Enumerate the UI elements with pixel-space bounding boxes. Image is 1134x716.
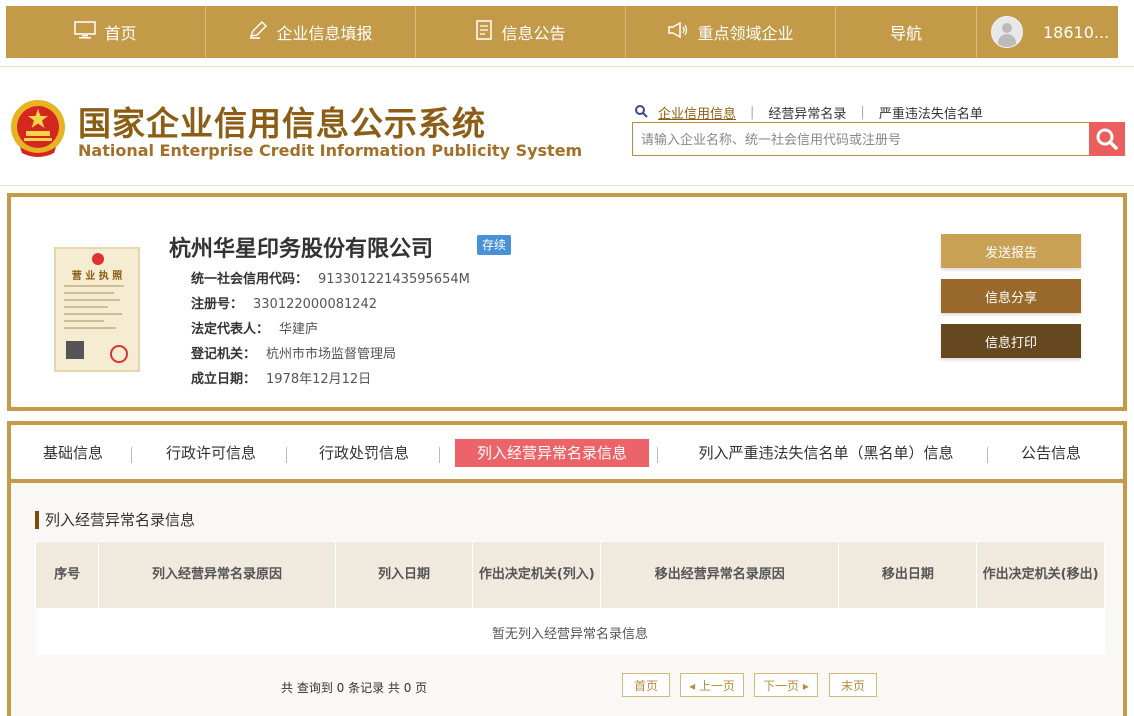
tab-admin-license[interactable]: 行政许可信息 [156,439,266,467]
detail-panel: 基础信息 行政许可信息 行政处罚信息 列入经营异常名录信息 列入严重违法失信名单… [7,421,1127,716]
link-enterprise-credit[interactable]: 企业信用信息 [658,103,736,122]
monitor-icon [74,21,97,43]
tab-separator [987,447,988,463]
pager-next-button[interactable]: 下一页 ▸ [754,673,818,697]
company-name: 杭州华星印务股份有限公司 [169,237,434,262]
field-credit-code: 统一社会信用代码： 91330122143595654M [191,268,470,287]
avatar [991,16,1023,48]
site-header: 国家企业信用信息公示系统 National Enterprise Credit … [0,66,1134,186]
abnormal-list-table: 序号 列入经营异常名录原因 列入日期 作出决定机关(列入) 移出经营异常名录原因… [34,541,1105,655]
pen-icon [248,20,268,44]
column-header: 序号 [34,541,100,609]
field-label: 登记机关： [191,347,257,362]
column-header: 移出日期 [838,541,978,609]
column-header: 作出决定机关(列入) [472,541,602,609]
tab-basic-info[interactable]: 基础信息 [33,439,113,467]
link-abnormal-list[interactable]: 经营异常名录 [768,103,846,122]
search-type-links: 企业信用信息 | 经营异常名录 | 严重违法失信名单 [634,103,983,122]
separator: | [860,105,865,120]
nav-home[interactable]: 首页 [6,6,206,58]
column-header: 移出经营异常名录原因 [600,541,840,609]
document-icon [475,20,493,44]
field-label: 法定代表人： [191,322,270,337]
field-established: 成立日期： 1978年12月12日 [191,368,371,387]
table-row: 暂无列入经营异常名录信息 [35,608,1105,655]
field-legal-rep: 法定代表人： 华建庐 [191,318,318,337]
nav-announcement[interactable]: 信息公告 [416,6,626,58]
pager-prev-button[interactable]: ◂ 上一页 [680,673,744,697]
nav-enterprise-report-label: 企业信息填报 [276,24,373,43]
column-header: 列入经营异常名录原因 [98,541,336,609]
tab-separator [286,447,287,463]
share-info-button[interactable]: 信息分享 [941,279,1081,313]
nav-announcement-label: 信息公告 [501,24,566,43]
search-input[interactable] [633,123,1098,157]
field-reg-authority: 登记机关： 杭州市市场监督管理局 [191,343,396,362]
nav-key-enterprises[interactable]: 重点领域企业 [626,6,836,58]
tab-announcements[interactable]: 公告信息 [1011,439,1091,467]
license-emblem-icon [92,253,104,265]
field-reg-number: 注册号： 330122000081242 [191,293,377,312]
print-info-button[interactable]: 信息打印 [941,324,1081,358]
send-report-button[interactable]: 发送报告 [941,234,1081,268]
license-title: 营 业 执 照 [71,271,123,282]
company-card: 营 业 执 照 杭州华星印务股份有限公司 存续 统一社会信用代码： 9133012… [7,193,1127,411]
national-emblem-icon [11,100,65,157]
pager-next-label: 下一页 [763,679,800,693]
empty-message: 暂无列入经营异常名录信息 [35,608,1105,655]
column-header: 列入日期 [334,541,474,609]
column-header: 作出决定机关(移出) [976,541,1105,609]
user-menu[interactable]: 18610... [977,6,1118,58]
top-nav-bar: 首页 企业信息填报 信息公告 重点领域企业 导航 18610... [6,6,1118,58]
table-header-row: 序号 列入经营异常名录原因 列入日期 作出决定机关(列入) 移出经营异常名录原因… [34,541,1105,609]
section-title: 列入经营异常名录信息 [35,511,195,529]
nav-home-label: 首页 [104,24,137,43]
seal-icon [110,345,128,363]
tab-abnormal-list[interactable]: 列入经营异常名录信息 [455,439,649,467]
tab-admin-penalty[interactable]: 行政处罚信息 [309,439,419,467]
top-navigation: 首页 企业信息填报 信息公告 重点领域企业 导航 18610... [0,0,1134,60]
field-value: 91330122143595654M [318,272,470,287]
tab-separator [439,447,440,463]
chevron-left-icon: ◂ [689,679,699,693]
tab-separator [131,447,132,463]
field-value: 1978年12月12日 [266,372,372,387]
search-box [632,122,1125,157]
pager-first-button[interactable]: 首页 [622,673,670,697]
link-blacklist[interactable]: 严重违法失信名单 [879,103,983,122]
nav-navigation[interactable]: 导航 [836,6,977,58]
qr-code-icon [66,341,84,359]
search-button[interactable] [1089,122,1125,156]
site-title-en: National Enterprise Credit Information P… [78,141,583,160]
chevron-right-icon: ▸ [799,679,809,693]
field-value: 330122000081242 [253,297,378,312]
tab-bar: 基础信息 行政许可信息 行政处罚信息 列入经营异常名录信息 列入严重违法失信名单… [11,425,1123,483]
status-badge: 存续 [477,235,512,255]
user-name: 18610... [1043,22,1110,42]
field-label: 统一社会信用代码： [191,272,309,287]
license-text-lines [64,285,130,334]
search-icon [1096,128,1118,150]
nav-navigation-label: 导航 [889,24,922,43]
pager-info: 共 查询到 0 条记录 共 0 页 [281,681,428,695]
business-license-image[interactable]: 营 业 执 照 [54,247,140,372]
separator: | [750,105,755,120]
pager-prev-label: 上一页 [698,679,735,693]
megaphone-icon [667,21,689,43]
tab-separator [657,447,658,463]
nav-enterprise-report[interactable]: 企业信息填报 [206,6,416,58]
tab-blacklist[interactable]: 列入严重违法失信名单（黑名单）信息 [681,439,971,467]
search-icon [634,104,648,122]
nav-key-enterprises-label: 重点领域企业 [697,24,794,43]
field-label: 成立日期： [191,372,257,387]
field-label: 注册号： [191,297,244,312]
field-value: 杭州市市场监督管理局 [266,347,397,362]
site-title-cn: 国家企业信用信息公示系统 [78,104,486,143]
field-value: 华建庐 [279,322,319,337]
pager-last-button[interactable]: 末页 [829,673,877,697]
